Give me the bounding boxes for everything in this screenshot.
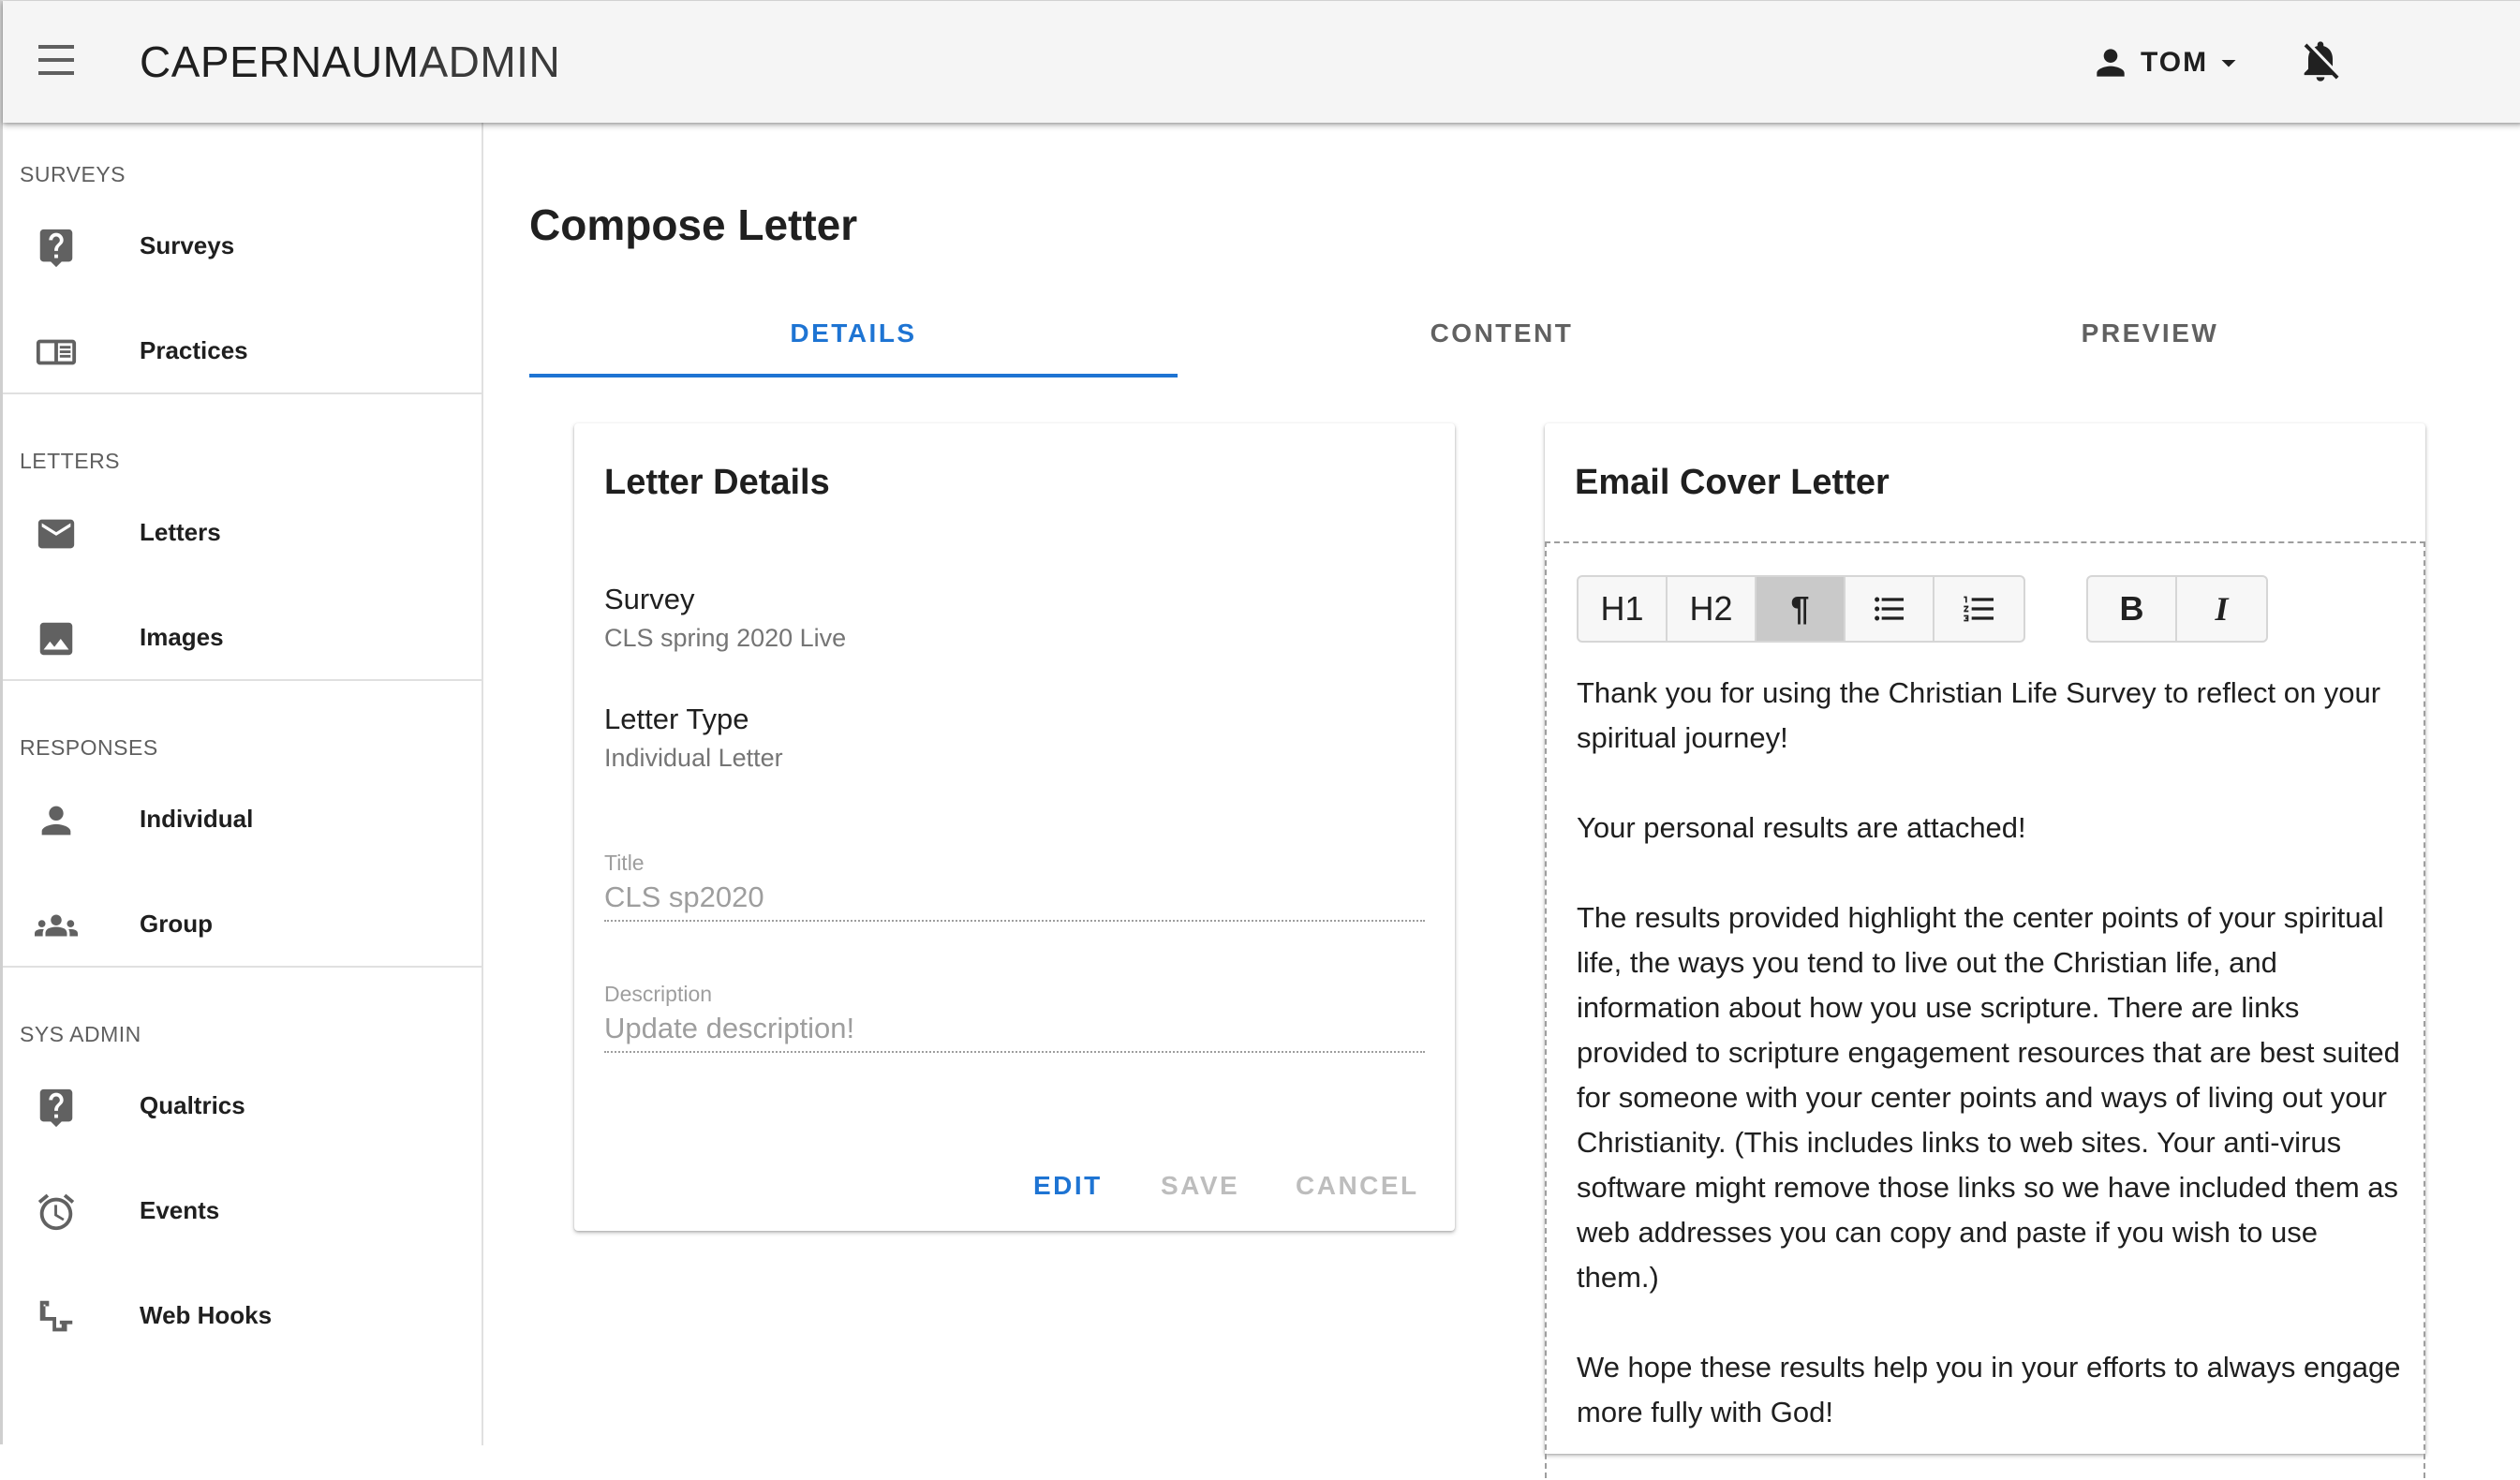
cancel-button[interactable]: CANCEL: [1296, 1171, 1419, 1201]
title-field[interactable]: [604, 875, 1425, 922]
italic-button[interactable]: I: [2177, 577, 2266, 641]
person-icon: [41, 806, 71, 836]
section-header-sys-admin: SYS ADMIN: [20, 1022, 141, 1046]
sidebar-item-surveys[interactable]: Surveys: [3, 200, 482, 293]
sidebar-item-label: Practices: [140, 336, 248, 364]
editor-paragraph: Thank you for using the Christian Life S…: [1577, 676, 2381, 754]
editor-paragraph: We hope these results help you in your e…: [1577, 1351, 2401, 1428]
paragraph-button[interactable]: ¶: [1757, 577, 1846, 641]
block-format-toolbar: H1 H2 ¶: [1577, 575, 2025, 643]
sidebar-item-images[interactable]: Images: [3, 591, 482, 685]
save-button[interactable]: SAVE: [1161, 1171, 1239, 1201]
editor-paragraph: The results provided highlight the cente…: [1577, 901, 2400, 1294]
bold-button[interactable]: B: [2088, 577, 2177, 641]
sidebar-item-label: Group: [140, 910, 213, 938]
editor-content[interactable]: Thank you for using the Christian Life S…: [1577, 671, 2401, 1480]
sidebar-item-label: Events: [140, 1196, 220, 1224]
person-icon: [2097, 49, 2125, 77]
letter-details-card: Letter Details Survey CLS spring 2020 Li…: [574, 423, 1455, 1231]
user-name: TOM: [2141, 47, 2209, 78]
inline-format-toolbar: B I: [2086, 575, 2268, 643]
webhook-icon: [39, 1300, 73, 1332]
group-icon: [35, 914, 78, 937]
card-title: Letter Details: [604, 463, 830, 502]
sidebar-item-practices[interactable]: Practices: [3, 304, 482, 398]
sidebar-divider: [3, 679, 482, 681]
tab-preview[interactable]: PREVIEW: [1826, 301, 2474, 379]
menu-icon[interactable]: [31, 41, 83, 82]
section-header-surveys: SURVEYS: [20, 162, 126, 186]
qualtrics-icon: [39, 1088, 73, 1128]
bullet-list-icon[interactable]: [1846, 577, 1934, 641]
sidebar-item-label: Letters: [140, 518, 221, 546]
sidebar-item-label: Qualtrics: [140, 1091, 245, 1119]
app-window: CAPERNAUMADMIN TOM SURVEYS Surveys Pract…: [0, 0, 2520, 1478]
sidebar-item-group[interactable]: Group: [3, 878, 482, 971]
practices-icon: [36, 339, 77, 365]
card-title: Email Cover Letter: [1575, 463, 1890, 502]
letter-type-value: Individual Letter: [604, 744, 783, 772]
app-title: CAPERNAUMADMIN: [140, 37, 560, 87]
image-icon: [39, 622, 73, 656]
section-header-letters: LETTERS: [20, 449, 121, 473]
mail-icon: [37, 519, 75, 549]
tab-details[interactable]: DETAILS: [529, 301, 1178, 379]
sidebar-item-label: Images: [140, 623, 224, 651]
tab-content[interactable]: CONTENT: [1178, 301, 1826, 379]
letter-type-label: Letter Type: [604, 703, 749, 735]
description-field[interactable]: [604, 1006, 1425, 1053]
user-menu-button[interactable]: TOM: [2090, 38, 2246, 87]
section-header-responses: RESPONSES: [20, 735, 158, 760]
notifications-off-icon[interactable]: [2296, 37, 2345, 85]
app-title-bold: CAPERNAUM: [140, 37, 420, 86]
alarm-icon: [37, 1193, 75, 1231]
sidebar-item-letters[interactable]: Letters: [3, 486, 482, 580]
sidebar: SURVEYS Surveys Practices LETTERS Letter…: [3, 123, 483, 1445]
sidebar-item-web-hooks[interactable]: Web Hooks: [3, 1269, 482, 1363]
rich-text-editor[interactable]: H1 H2 ¶ B I Thank you for using the Chri…: [1545, 541, 2425, 1478]
sidebar-item-events[interactable]: Events: [3, 1164, 482, 1258]
page-title: Compose Letter: [529, 200, 858, 249]
sidebar-item-label: Individual: [140, 805, 254, 833]
app-bar: CAPERNAUMADMIN TOM: [3, 1, 2520, 123]
description-field-label: Description: [604, 982, 713, 1006]
title-field-label: Title: [604, 851, 645, 875]
tab-bar: DETAILS CONTENT PREVIEW: [529, 301, 2474, 379]
sidebar-divider: [3, 966, 482, 968]
sidebar-item-qualtrics[interactable]: Qualtrics: [3, 1059, 482, 1153]
sidebar-item-label: Surveys: [140, 231, 235, 259]
email-cover-letter-card: Email Cover Letter H1 H2 ¶ B I Thank you…: [1545, 423, 2425, 1478]
survey-value: CLS spring 2020 Live: [604, 624, 847, 652]
survey-label: Survey: [604, 583, 695, 615]
numbered-list-icon[interactable]: [1934, 577, 2023, 641]
active-tab-indicator: [529, 374, 1178, 377]
sidebar-item-individual[interactable]: Individual: [3, 773, 482, 866]
heading-1-button[interactable]: H1: [1579, 577, 1668, 641]
sidebar-item-label: Web Hooks: [140, 1301, 273, 1329]
sidebar-divider: [3, 392, 482, 394]
heading-2-button[interactable]: H2: [1668, 577, 1757, 641]
app-title-light: ADMIN: [419, 37, 561, 86]
chevron-down-icon: [2221, 60, 2236, 67]
edit-button[interactable]: EDIT: [1033, 1171, 1103, 1201]
survey-icon: [39, 229, 73, 268]
editor-paragraph: Your personal results are attached!: [1577, 811, 2026, 844]
